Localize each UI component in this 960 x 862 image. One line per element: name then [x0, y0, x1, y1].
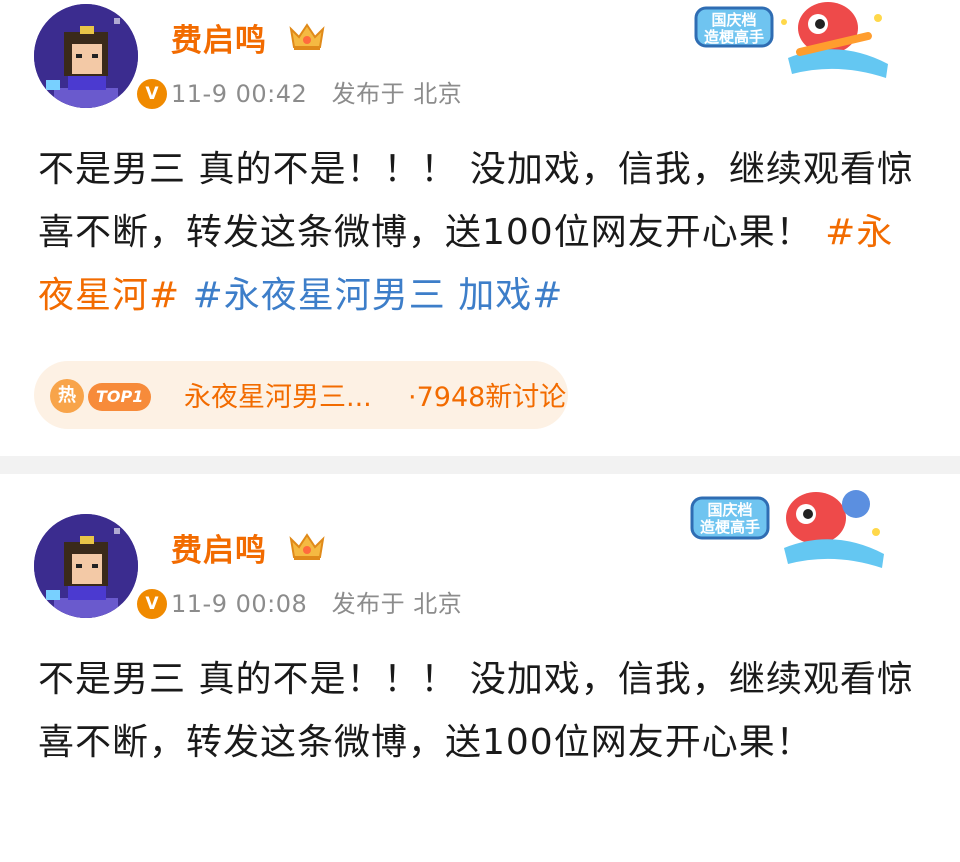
post-time: 11-9 00:08: [171, 590, 308, 618]
post-text: 不是男三 真的不是！！！ 没加戏，信我，继续观看惊喜不断，转发这条微博，送100…: [38, 659, 914, 763]
post-meta: 11-9 00:42 发布于 北京: [171, 74, 462, 109]
post-text: 不是男三 真的不是！！！ 没加戏，信我，继续观看惊喜不断，转发这条微博，送100…: [38, 149, 914, 253]
verified-icon: V: [134, 76, 170, 112]
crown-icon: [289, 23, 325, 50]
hot-icon: 热: [50, 379, 84, 413]
avatar[interactable]: V: [34, 4, 170, 112]
author-name[interactable]: 费启鸣: [171, 15, 267, 60]
post-content: 不是男三 真的不是！！！ 没加戏，信我，继续观看惊喜不断，转发这条微博，送100…: [38, 648, 928, 774]
author-name[interactable]: 费启鸣: [171, 525, 267, 570]
avatar[interactable]: V: [34, 514, 170, 622]
pixel-avatar-image: [34, 514, 138, 618]
crown-icon: [289, 533, 325, 560]
post-location: 发布于 北京: [331, 80, 463, 108]
post-location: 发布于 北京: [331, 590, 463, 618]
weibo-post-2: V 费启鸣 11-9 00:08 发布于 北京 国庆档 造梗高手 不是男三 真的…: [0, 474, 960, 862]
sticker-text-line1: 国庆档: [707, 501, 752, 519]
verified-icon: V: [134, 586, 170, 622]
rank-badge: TOP1: [88, 383, 152, 411]
weibo-post-1: V 费启鸣 11-9 00:42 发布于 北京 国庆档 造梗高手 不是男三 真的…: [0, 0, 960, 456]
hot-topic-pill[interactable]: 热 TOP1 永夜星河男三... ·7948新讨论: [34, 361, 568, 429]
hot-topic-title: 永夜星河男三...: [184, 382, 372, 413]
pixel-avatar-image: [34, 4, 138, 108]
post-time: 11-9 00:42: [171, 80, 308, 108]
post-divider: [0, 456, 960, 474]
post-meta: 11-9 00:08 发布于 北京: [171, 584, 462, 619]
mascot-sticker: 国庆档 造梗高手: [694, 2, 888, 78]
mascot-sticker: 国庆档 造梗高手: [690, 490, 884, 568]
sticker-text-line2: 造梗高手: [704, 28, 764, 46]
sticker-text-line2: 造梗高手: [700, 518, 760, 536]
topic-link-2[interactable]: #永夜星河男三 加戏#: [193, 275, 564, 316]
hot-topic-count: ·7948新讨论: [408, 382, 567, 413]
sticker-text-line1: 国庆档: [711, 11, 756, 29]
post-content: 不是男三 真的不是！！！ 没加戏，信我，继续观看惊喜不断，转发这条微博，送100…: [38, 138, 928, 327]
